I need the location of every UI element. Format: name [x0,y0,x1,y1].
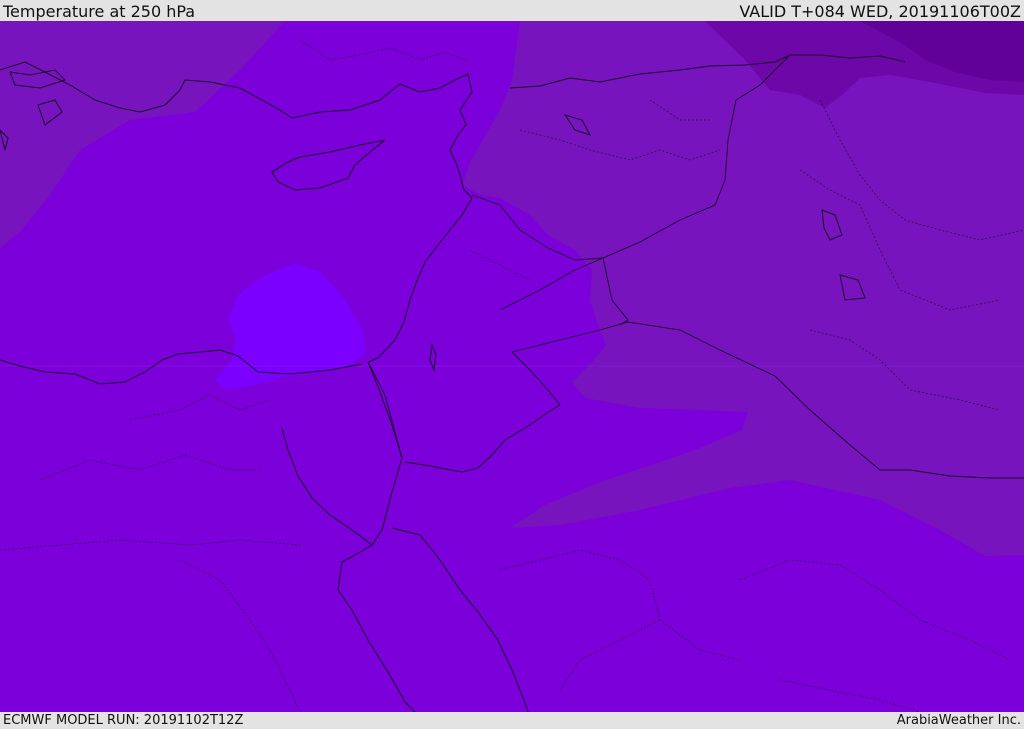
header-bar: Temperature at 250 hPa VALID T+084 WED, … [0,0,1024,21]
credit-label: ArabiaWeather Inc. [896,713,1021,728]
map-title: Temperature at 250 hPa [3,2,196,21]
footer-bar: ECMWF MODEL RUN: 20191102T12Z ArabiaWeat… [0,712,1024,729]
valid-time-label: VALID T+084 WED, 20191106T00Z [739,2,1021,21]
temperature-map [0,21,1024,712]
model-run-label: ECMWF MODEL RUN: 20191102T12Z [3,713,244,728]
map-panel [0,21,1024,712]
